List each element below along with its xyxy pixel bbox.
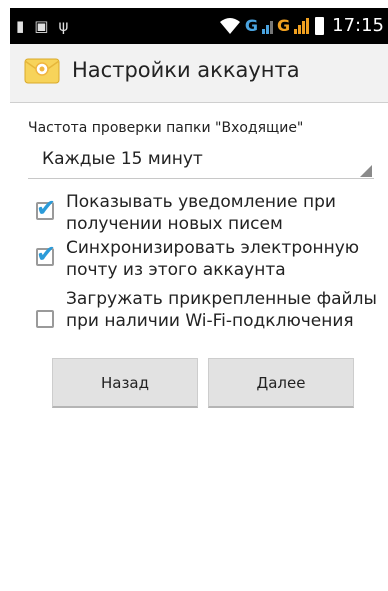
page-title: Настройки аккаунта — [72, 58, 300, 82]
network-type-2: G — [276, 16, 291, 35]
notify-label: Показывать уведомление при получении нов… — [66, 192, 336, 234]
signal-icon-2 — [294, 18, 310, 34]
action-bar: Настройки аккаунта — [10, 44, 388, 103]
attachments-label: Загружать прикрепленные файлы при наличи… — [66, 289, 377, 331]
frequency-spinner[interactable]: Каждые 15 минут — [28, 143, 374, 179]
signal-icon — [261, 18, 273, 34]
status-time: 17:15 — [332, 15, 384, 36]
status-bar: ▮ ▣ ψ G G 17:15 — [10, 8, 388, 44]
email-envelope-icon — [24, 58, 60, 84]
back-button[interactable]: Назад — [52, 358, 198, 408]
status-left-icons: ▮ ▣ ψ — [16, 16, 68, 36]
wifi-icon — [219, 18, 240, 34]
sync-checkbox[interactable]: ✔ — [36, 242, 56, 266]
attachments-checkbox[interactable] — [36, 310, 54, 328]
checkmark-icon: ✔ — [36, 240, 57, 268]
next-button[interactable]: Далее — [208, 358, 354, 408]
checkmark-icon: ✔ — [36, 194, 57, 222]
sim-icon: ▮ — [16, 17, 25, 35]
notify-checkbox[interactable]: ✔ — [36, 196, 56, 220]
notify-option[interactable]: ✔ Показывать уведомление при получении н… — [28, 191, 378, 237]
image-icon: ▣ — [34, 17, 49, 35]
sync-label: Синхронизировать электронную почту из эт… — [66, 238, 360, 280]
dropdown-arrow-icon — [360, 165, 372, 177]
status-right-icons: G G 17:15 — [219, 12, 384, 40]
attachments-option[interactable]: Загружать прикрепленные файлы при наличи… — [28, 288, 378, 354]
sync-option[interactable]: ✔ Синхронизировать электронную почту из … — [28, 237, 378, 283]
usb-icon: ψ — [58, 17, 69, 35]
frequency-value: Каждые 15 минут — [42, 149, 203, 169]
frequency-label: Частота проверки папки "Входящие" — [28, 120, 304, 136]
network-type-1: G — [244, 16, 258, 35]
battery-icon — [315, 17, 325, 35]
